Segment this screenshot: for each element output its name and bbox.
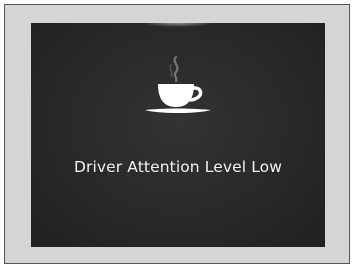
- coffee-cup-icon: [145, 55, 211, 113]
- display-top-glow: [141, 23, 215, 27]
- figure-frame: Driver Attention Level Low: [4, 4, 350, 264]
- alert-message: Driver Attention Level Low: [73, 158, 283, 176]
- instrument-display: Driver Attention Level Low: [31, 23, 325, 247]
